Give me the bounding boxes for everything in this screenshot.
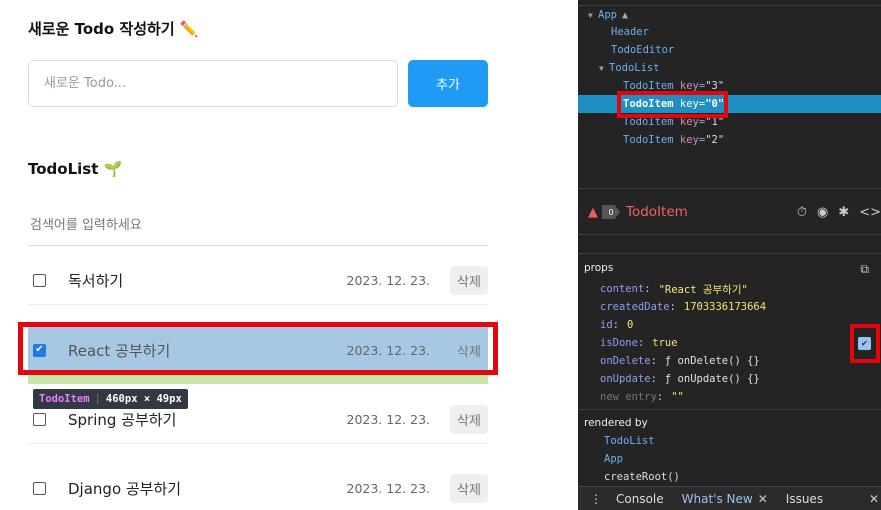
prop-row[interactable]: isDone: true [600,334,678,352]
selected-component-name: TodoItem [626,204,688,220]
expand-arrow-icon[interactable]: ▼ [599,64,609,73]
new-todo-input[interactable] [28,60,398,107]
warning-icon: ▲ [621,9,628,21]
bug-icon[interactable]: ✱ [838,205,849,220]
todo-app: 새로운 Todo 작성하기 ✏️ 추가 TodoList 🌱 독서하기 2023… [0,0,578,510]
tree-node-label: App [598,9,617,21]
prop-key: content [600,283,645,295]
highlight-box [617,91,728,118]
react-devtools-panel: ▼ App ▲ Header TodoEditor ▼ TodoList Tod… [578,0,881,510]
drawer-tab-bar: ⋮ Console What's New ✕ Issues ✕ [578,486,881,510]
todo-item: Django 공부하기 2023. 12. 23. 삭제 [28,464,488,510]
header-icons: ⏱ ◉ ✱ <> [797,205,881,220]
editor-title: 새로운 Todo 작성하기 ✏️ [28,20,199,38]
prop-row[interactable]: onDelete: ƒ onDelete() {} [600,352,760,370]
tree-node-list[interactable]: ▼ TodoList [578,59,881,77]
prop-value[interactable]: ƒ onDelete() {} [665,355,760,367]
rendered-by-label: rendered by [584,417,648,429]
panel-divider [578,409,881,410]
highlight-box [850,324,880,363]
rendered-by-item[interactable]: TodoList [604,432,655,450]
delete-button[interactable]: 삭제 [450,473,488,503]
todo-content: Spring 공부하기 [68,410,177,429]
delete-button[interactable]: 삭제 [450,404,488,434]
search-input[interactable] [28,206,488,246]
add-button[interactable]: 추가 [408,60,488,107]
todo-item: ✔ React 공부하기 2023. 12. 23. 삭제 [28,326,488,375]
tree-node-editor[interactable]: TodoEditor [578,41,881,59]
tree-node-label: TodoList [609,62,660,74]
tree-node-header[interactable]: Header [578,23,881,41]
panel-divider [578,188,881,189]
prop-key: id [600,319,613,331]
copy-icon[interactable]: ⧉ [860,262,869,277]
prop-row-new-entry[interactable]: new entry: "" [600,388,684,406]
tree-node-label: TodoEditor [611,44,675,56]
tab-whats-new-label: What's New [681,491,753,506]
todo-date: 2023. 12. 23. [346,342,431,358]
prop-row[interactable]: createdDate: 1703336173664 [600,298,766,316]
todo-item: Spring 공부하기 2023. 12. 23. 삭제 [28,395,488,444]
prop-value[interactable]: 0 [627,319,633,331]
rendered-by-item: createRoot() [604,471,680,483]
prop-key: isDone [600,337,638,349]
highlight-margin-overlay [28,375,488,384]
prop-row[interactable]: onUpdate: ƒ onUpdate() {} [600,370,760,388]
todo-checkbox[interactable]: ✔ [33,343,46,357]
todo-date: 2023. 12. 23. [346,411,431,427]
close-icon[interactable]: ✕ [758,492,768,506]
timer-icon[interactable]: ⏱ [797,205,807,220]
todo-checkbox[interactable] [33,273,46,287]
prop-value[interactable]: ƒ onUpdate() {} [665,373,760,385]
todo-date: 2023. 12. 23. [346,480,431,496]
props-label: props [584,262,614,274]
prop-value[interactable]: true [652,337,677,349]
more-menu-icon[interactable]: ⋮ [590,492,602,506]
prop-key: onDelete [600,355,651,367]
tree-node-app[interactable]: ▼ App ▲ [578,6,881,24]
tree-node-label: TodoItem [623,134,674,146]
prop-row[interactable]: content: "React 공부하기" [600,280,748,298]
panel-divider [578,234,881,235]
prop-value[interactable]: "React 공부하기" [659,282,748,297]
code-icon[interactable]: <> [859,205,881,220]
tab-issues[interactable]: Issues [786,492,823,506]
prop-key: onUpdate [600,373,651,385]
prop-row[interactable]: id: 0 [600,316,633,334]
delete-button[interactable]: 삭제 [450,336,488,365]
warning-icon: ▲ [588,204,598,220]
prop-value[interactable]: "" [671,391,684,403]
todo-content: React 공부하기 [68,341,171,360]
todo-content: Django 공부하기 [68,479,182,498]
tab-console[interactable]: Console [616,492,664,506]
key-badge: 0 [602,205,620,219]
tree-node-todoitem[interactable]: TodoItem key = "2" [578,131,881,149]
prop-key: createdDate [600,301,670,313]
todo-checkbox[interactable] [33,412,46,426]
tab-whats-new[interactable]: What's New ✕ [682,492,768,506]
selected-component-header: ▲ 0 TodoItem ⏱ ◉ ✱ <> [578,198,881,226]
todo-content: 독서하기 [68,271,124,290]
panel-divider [578,253,881,254]
close-drawer-icon[interactable]: ✕ [869,492,879,506]
todo-checkbox[interactable] [33,481,46,495]
prop-value[interactable]: 1703336173664 [684,301,766,313]
expand-arrow-icon[interactable]: ▼ [588,11,598,20]
todo-item: 독서하기 2023. 12. 23. 삭제 [28,256,488,305]
prop-key: new entry [600,391,657,403]
rendered-by-item[interactable]: App [604,450,623,468]
list-title: TodoList 🌱 [28,160,123,178]
delete-button[interactable]: 삭제 [450,265,488,295]
tree-node-label: Header [611,26,649,38]
tree-node-key-attr: key [679,134,699,146]
todo-date: 2023. 12. 23. [346,272,431,288]
eye-icon[interactable]: ◉ [817,205,828,220]
tree-node-key-value: "2" [705,134,725,146]
